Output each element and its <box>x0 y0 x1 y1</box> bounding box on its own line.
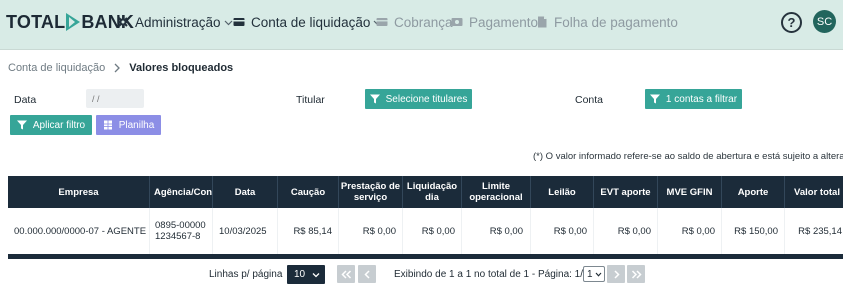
double-chevron-left-icon <box>340 269 351 279</box>
contas-filter-button[interactable]: 1 contas a filtrar <box>645 89 742 109</box>
chevron-down-icon <box>312 273 320 278</box>
brand-mark-icon <box>66 13 81 31</box>
brand-logo-left: TOTAL <box>6 11 66 32</box>
next-page-button[interactable] <box>607 265 625 283</box>
nav-pagamento[interactable]: Pagamento <box>451 12 538 32</box>
nav-administracao[interactable]: Administração <box>117 12 233 32</box>
chevron-left-icon <box>363 269 370 279</box>
last-page-button[interactable] <box>627 265 645 283</box>
nav-cobranca[interactable]: Cobrança <box>376 12 453 32</box>
cell-data: 10/03/2025 <box>219 225 267 237</box>
cell-aporte: R$ 150,00 <box>734 225 778 237</box>
contas-filter-label: 1 contas a filtrar <box>665 93 738 105</box>
column-header-data[interactable]: Data <box>213 176 277 208</box>
card-icon <box>233 18 245 26</box>
cell-caucao: R$ 85,14 <box>293 225 332 237</box>
apply-filter-label: Aplicar filtro <box>32 119 86 131</box>
scrollbar-track[interactable] <box>843 0 850 286</box>
spreadsheet-label: Planilha <box>118 119 155 131</box>
rows-per-page-label: Linhas p/ página <box>209 269 283 280</box>
breadcrumb: Conta de liquidação Valores bloqueados <box>8 62 233 74</box>
gear-icon <box>117 16 129 28</box>
brand-logo[interactable]: TOTAL BANK <box>6 11 134 33</box>
payment-icon <box>451 18 463 26</box>
chevron-down-icon <box>224 20 232 25</box>
nav-folha-pagamento[interactable]: Folha de pagamento <box>536 12 678 32</box>
page-select[interactable]: 1 <box>583 266 605 282</box>
column-header-aporte[interactable]: Aporte <box>722 176 784 208</box>
filter-icon <box>16 120 27 130</box>
chevron-right-icon <box>613 269 620 279</box>
previous-page-button[interactable] <box>358 265 376 283</box>
breadcrumb-current: Valores bloqueados <box>129 62 234 74</box>
date-input[interactable] <box>86 89 144 108</box>
column-header-prestacao-servico[interactable]: Prestação de serviço <box>339 176 402 208</box>
column-header-caucao[interactable]: Caução <box>278 176 338 208</box>
chevron-right-icon <box>114 63 121 73</box>
nav-cobranca-label: Cobrança <box>394 14 453 30</box>
cell-empresa: 00.000.000/0000-07 - AGENTE <box>14 225 147 237</box>
date-label: Data <box>14 94 37 106</box>
rows-per-page-select[interactable]: 10 <box>287 265 325 284</box>
titular-label: Titular <box>296 94 325 106</box>
nav-conta-liquidacao-label: Conta de liquidação <box>251 14 371 30</box>
column-header-limite-operacional[interactable]: Limite operacional <box>462 176 530 208</box>
apply-filter-button[interactable]: Aplicar filtro <box>10 115 92 135</box>
invoice-icon <box>376 18 388 26</box>
double-chevron-right-icon <box>631 269 642 279</box>
column-header-liquidacao-dia[interactable]: Liquidação dia <box>403 176 461 208</box>
select-titulares-label: Selecione titulares <box>385 93 468 105</box>
avatar-initials: SC <box>816 15 833 28</box>
spreadsheet-icon <box>103 120 112 130</box>
filter-icon <box>369 94 380 104</box>
top-bar: TOTAL BANK Administração Conta de liquid… <box>0 0 850 50</box>
page-select-value: 1 <box>587 268 593 280</box>
chevron-down-icon <box>595 272 602 277</box>
nav-folha-pagamento-label: Folha de pagamento <box>554 14 678 30</box>
nav-conta-liquidacao[interactable]: Conta de liquidação <box>233 12 382 32</box>
cell-valor-total: R$ 235,14 <box>798 225 842 237</box>
help-icon: ? <box>787 15 796 30</box>
column-header-agencia-conta[interactable]: Agência/Conta <box>150 176 212 208</box>
column-header-valor-total[interactable]: Valor total <box>785 176 849 208</box>
breadcrumb-parent[interactable]: Conta de liquidação <box>8 62 105 74</box>
help-button[interactable]: ? <box>781 12 802 33</box>
pagination-info: Exibindo de 1 a 1 no total de 1 - Página… <box>394 269 589 280</box>
filter-icon <box>649 94 660 104</box>
document-icon <box>538 16 547 28</box>
table-row[interactable]: 00.000.000/0000-07 - AGENTE 0895-0000012… <box>8 208 849 254</box>
conta-label: Conta <box>575 94 604 106</box>
cell-leilao: R$ 0,00 <box>553 225 587 237</box>
column-header-leilao[interactable]: Leilão <box>531 176 593 208</box>
cell-evt-aporte: R$ 0,00 <box>617 225 651 237</box>
select-titulares-button[interactable]: Selecione titulares <box>365 89 472 109</box>
user-avatar[interactable]: SC <box>813 10 836 33</box>
column-header-evt-aporte[interactable]: EVT aporte <box>594 176 657 208</box>
table-footer-bar <box>8 254 849 259</box>
balance-note: (*) O valor informado refere-se ao saldo… <box>533 151 850 162</box>
rows-per-page-value: 10 <box>294 269 306 280</box>
nav-administracao-label: Administração <box>135 14 221 30</box>
cell-prestacao: R$ 0,00 <box>362 225 396 237</box>
spreadsheet-button[interactable]: Planilha <box>96 115 161 135</box>
cell-liquidacao: R$ 0,00 <box>421 225 455 237</box>
nav-pagamento-label: Pagamento <box>469 14 539 30</box>
cell-limite: R$ 0,00 <box>489 225 523 237</box>
first-page-button[interactable] <box>337 265 355 283</box>
table-header: Empresa Agência/Conta Data Caução Presta… <box>8 176 849 208</box>
cell-agencia-conta: 0895-000001234567-8 <box>155 220 206 242</box>
cell-mve-gfin: R$ 0,00 <box>681 225 715 237</box>
column-header-mve-gfin[interactable]: MVE GFIN <box>658 176 721 208</box>
column-header-empresa[interactable]: Empresa <box>8 176 149 208</box>
